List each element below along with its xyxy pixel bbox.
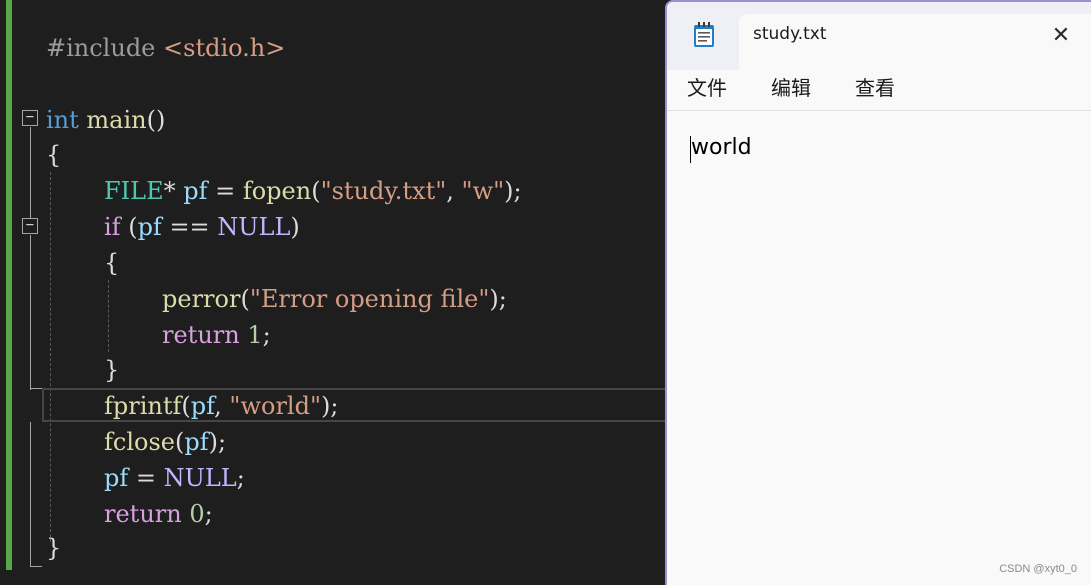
notepad-window: study.txt ✕ 文件 编辑 查看 world CSDN @xyt0_0 <box>665 0 1091 585</box>
punctuation: ( <box>174 428 185 456</box>
code-editor[interactable]: − − #include <stdio.h> int main() { FILE… <box>0 0 666 585</box>
brace: { <box>46 141 62 169</box>
code-line-14: return 0; <box>104 496 213 532</box>
punctuation: ( <box>181 392 191 420</box>
operator: = <box>207 177 243 205</box>
fold-guide-end <box>30 388 42 389</box>
control-keyword: if <box>104 213 121 241</box>
menu-view[interactable]: 查看 <box>855 72 895 101</box>
change-tracking-bar <box>6 0 12 570</box>
code-line-1: #include <stdio.h> <box>46 30 285 66</box>
punctuation: ( <box>120 213 138 241</box>
code-line-13: pf = NULL; <box>104 460 245 496</box>
tab-title: study.txt <box>753 24 827 44</box>
code-line-7: { <box>104 245 119 281</box>
type-name: FILE <box>104 177 164 205</box>
string-literal: "world" <box>229 392 322 420</box>
variable: pf <box>184 428 209 456</box>
title-bar[interactable]: study.txt ✕ <box>667 2 1091 70</box>
brace: } <box>46 534 62 562</box>
punctuation: ); <box>321 392 339 420</box>
variable: pf <box>190 392 215 420</box>
code-line-12: fclose(pf); <box>104 424 226 460</box>
include-path: <stdio.h> <box>155 34 286 62</box>
variable: pf <box>137 213 162 241</box>
watermark: CSDN @xyt0_0 <box>999 563 1077 575</box>
punctuation: , <box>214 392 230 420</box>
function-name: fopen <box>242 177 312 205</box>
code-line-4: { <box>46 137 61 173</box>
function-name: fprintf <box>104 392 182 420</box>
punctuation: ); <box>208 428 227 456</box>
fold-guide <box>30 127 31 218</box>
code-line-11: fprintf(pf, "world"); <box>104 388 338 424</box>
collapse-icon[interactable]: − <box>22 110 38 126</box>
punctuation: , <box>446 177 462 205</box>
brace: } <box>104 356 120 384</box>
indent-guide <box>50 172 51 542</box>
macro: NULL <box>217 213 291 241</box>
fold-guide <box>30 422 31 567</box>
function-name: perror <box>162 285 241 313</box>
code-line-9: return 1; <box>162 317 271 353</box>
brace: { <box>104 249 120 277</box>
code-line-6: if (pf == NULL) <box>104 209 300 245</box>
variable: pf <box>175 177 208 205</box>
operator: == <box>161 213 218 241</box>
punctuation: ; <box>204 500 213 528</box>
preprocessor-directive: #include <box>46 34 156 62</box>
fold-guide-end <box>30 566 42 567</box>
punctuation: () <box>146 106 166 134</box>
number-literal: 0 <box>181 500 205 528</box>
close-icon[interactable]: ✕ <box>1047 22 1075 50</box>
control-keyword: return <box>162 321 240 349</box>
function-name: main <box>78 106 147 134</box>
variable: pf <box>104 464 129 492</box>
code-line-3: int main() <box>46 102 165 138</box>
function-name: fclose <box>104 428 175 456</box>
collapse-icon[interactable]: − <box>22 218 38 234</box>
code-line-5: FILE* pf = fopen("study.txt", "w"); <box>104 173 522 209</box>
file-content: world <box>691 135 752 160</box>
punctuation: ); <box>504 177 522 205</box>
control-keyword: return <box>104 500 182 528</box>
notepad-icon <box>694 22 714 47</box>
operator: * <box>163 177 176 205</box>
punctuation: ( <box>311 177 321 205</box>
code-line-8: perror("Error opening file"); <box>162 281 507 317</box>
punctuation: ) <box>290 213 300 241</box>
menu-file[interactable]: 文件 <box>687 72 727 101</box>
keyword: int <box>46 106 79 134</box>
code-line-15: } <box>46 530 61 566</box>
punctuation: ( <box>240 285 250 313</box>
punctuation: ; <box>262 321 271 349</box>
fold-guide <box>30 235 31 390</box>
indent-guide <box>108 280 109 352</box>
string-literal: "w" <box>461 177 505 205</box>
code-line-10: } <box>104 352 119 388</box>
operator: = <box>128 464 164 492</box>
number-literal: 1 <box>239 321 263 349</box>
text-area[interactable]: world <box>667 111 1091 585</box>
punctuation: ); <box>489 285 507 313</box>
string-literal: "Error opening file" <box>249 285 490 313</box>
string-literal: "study.txt" <box>320 177 447 205</box>
tab-study-txt[interactable]: study.txt <box>739 14 1091 70</box>
punctuation: ; <box>236 464 245 492</box>
menu-bar: 文件 编辑 查看 <box>667 70 1091 111</box>
menu-edit[interactable]: 编辑 <box>771 72 811 101</box>
macro: NULL <box>163 464 237 492</box>
